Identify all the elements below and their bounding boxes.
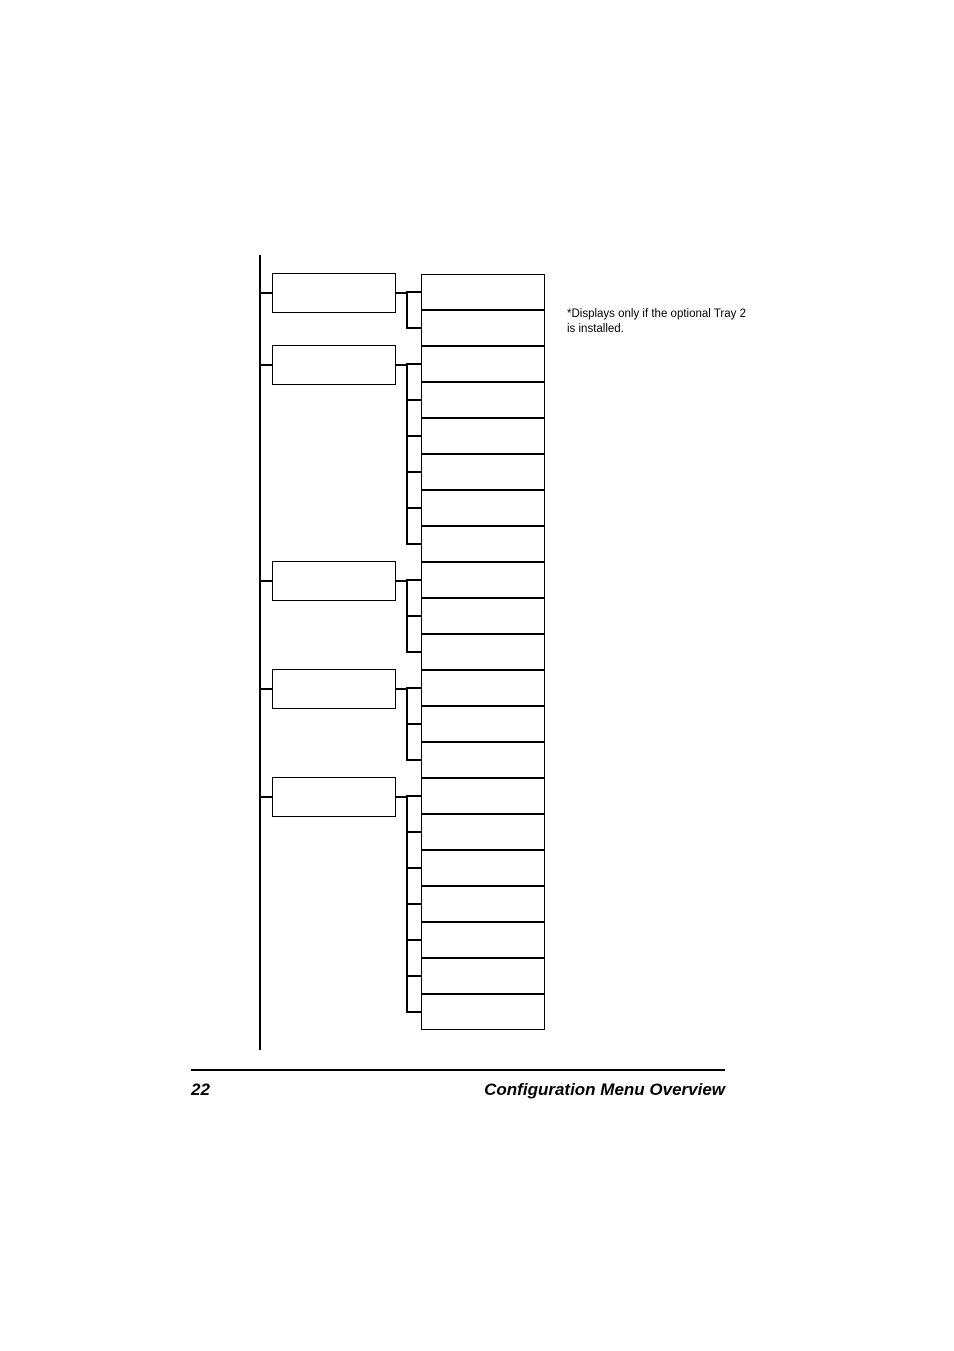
item-connector-2-1: [406, 363, 421, 365]
item-connector-2-2: [406, 399, 421, 401]
page-footer: 22 Configuration Menu Overview: [191, 1069, 725, 1100]
menu-item-2-2: [421, 382, 545, 418]
menu-item-3-2: [421, 598, 545, 634]
item-connector-2-5: [406, 507, 421, 509]
page-number: 22: [191, 1079, 210, 1099]
menu-group-4: [272, 669, 396, 709]
trunk-branch-3: [259, 580, 272, 582]
menu-item-5-1: [421, 778, 545, 814]
menu-group-3: [272, 561, 396, 601]
item-connector-5-2: [406, 831, 421, 833]
chapter-title: Configuration Menu Overview: [484, 1079, 725, 1099]
menu-item-5-5: [421, 922, 545, 958]
menu-item-1-1: [421, 274, 545, 310]
menu-item-1-2: [421, 310, 545, 346]
menu-item-2-1: [421, 346, 545, 382]
trunk-branch-2: [259, 364, 272, 366]
trunk-branch-1: [259, 292, 272, 294]
item-connector-5-1: [406, 795, 421, 797]
menu-item-2-5: [421, 490, 545, 526]
menu-item-2-3: [421, 418, 545, 454]
menu-item-4-2: [421, 706, 545, 742]
configuration-menu-tree: [0, 0, 954, 1351]
item-connector-4-2: [406, 723, 421, 725]
menu-item-4-1: [421, 670, 545, 706]
menu-item-5-3: [421, 850, 545, 886]
menu-item-5-7: [421, 994, 545, 1030]
menu-group-1: [272, 273, 396, 313]
trunk-branch-4: [259, 688, 272, 690]
item-connector-5-4: [406, 903, 421, 905]
item-connector-3-1: [406, 579, 421, 581]
item-connector-2-4: [406, 471, 421, 473]
menu-item-3-3: [421, 634, 545, 670]
item-connector-3-2: [406, 615, 421, 617]
item-connector-1-2: [406, 327, 421, 329]
trunk-branch-5: [259, 796, 272, 798]
item-connector-5-5: [406, 939, 421, 941]
menu-item-5-2: [421, 814, 545, 850]
item-connector-2-3: [406, 435, 421, 437]
item-connector-5-6: [406, 975, 421, 977]
menu-group-2: [272, 345, 396, 385]
menu-item-2-6: [421, 526, 545, 562]
tree-trunk-line: [259, 255, 261, 1050]
item-connector-3-3: [406, 651, 421, 653]
item-connector-1-1: [406, 291, 421, 293]
item-connector-4-3: [406, 759, 421, 761]
menu-item-5-4: [421, 886, 545, 922]
menu-group-5: [272, 777, 396, 817]
group-riser-1: [406, 292, 408, 328]
item-connector-2-6: [406, 543, 421, 545]
menu-item-5-6: [421, 958, 545, 994]
menu-item-2-4: [421, 454, 545, 490]
tray2-footnote: *Displays only if the optional Tray 2 is…: [567, 308, 746, 335]
menu-item-3-1: [421, 562, 545, 598]
item-connector-4-1: [406, 687, 421, 689]
item-connector-5-3: [406, 867, 421, 869]
group-riser-2: [406, 364, 408, 544]
item-connector-5-7: [406, 1011, 421, 1013]
menu-item-4-3: [421, 742, 545, 778]
